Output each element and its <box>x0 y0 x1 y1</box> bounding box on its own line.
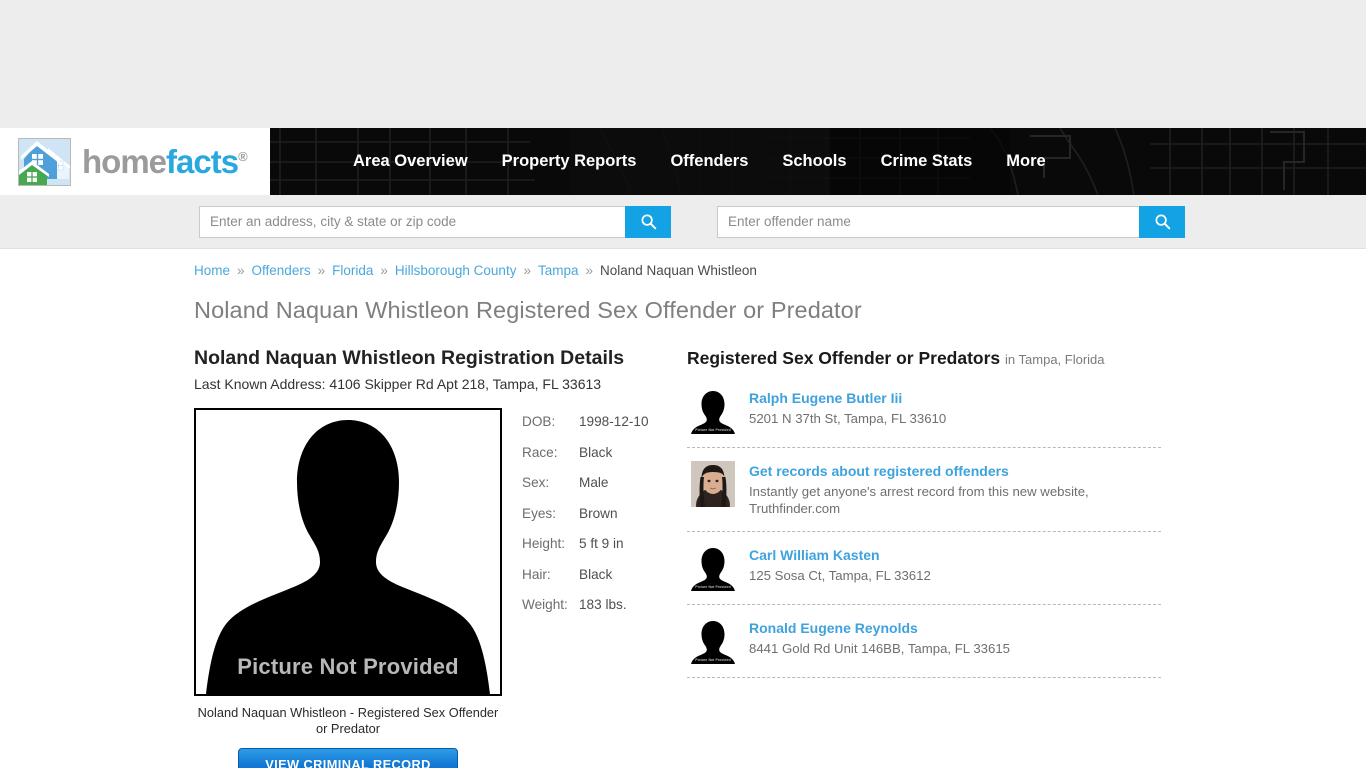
sidebar-heading-location: in Tampa, Florida <box>1005 352 1105 367</box>
fact-value: 183 lbs. <box>579 597 627 612</box>
offender-name-link[interactable]: Ronald Eugene Reynolds <box>749 620 1010 637</box>
fact-value: Black <box>579 566 613 582</box>
fact-row-race: Race: Black <box>522 445 649 460</box>
nav-item-property-reports[interactable]: Property Reports <box>485 152 654 171</box>
fact-label: Eyes: <box>522 505 556 521</box>
thumb-placeholder-text: Picture Not Provided <box>695 428 731 432</box>
breadcrumb-separator: » <box>585 263 594 278</box>
list-item[interactable]: Picture Not Provided Ronald Eugene Reyno… <box>687 605 1161 679</box>
breadcrumb: Home » Offenders » Florida » Hillsborough Coun… <box>194 249 1173 278</box>
thumb-placeholder-text: Picture Not Provided <box>695 585 731 590</box>
list-item[interactable]: Picture Not Provided Carl William Kasten… <box>687 532 1161 606</box>
logo-text-home: home <box>82 143 167 180</box>
sidebar-heading: Registered Sex Offender or Predators in … <box>687 347 1173 369</box>
offender-name-link[interactable]: Carl William Kasten <box>749 547 931 564</box>
breadcrumb-item-offenders[interactable]: Offenders <box>252 263 311 278</box>
nearby-offenders-column: Registered Sex Offender or Predators in … <box>686 347 1173 768</box>
fact-label: Hair: <box>522 566 551 582</box>
house-logo-icon <box>18 137 71 186</box>
photo-caption: Noland Naquan Whistleon - Registered Sex… <box>197 705 499 736</box>
offender-address: 8441 Gold Rd Unit 146BB, Tampa, FL 33615 <box>749 640 1010 656</box>
offender-facts-table: DOB: 1998-12-10 Race: Black Sex: Male Ey… <box>522 408 649 768</box>
offender-search-group <box>717 205 1185 238</box>
person-silhouette-icon: Picture Not Provided <box>691 388 735 434</box>
sidebar-heading-main: Registered Sex Offender or Predators <box>687 348 1001 368</box>
fact-label: Height: <box>522 536 566 551</box>
fact-value: 5 ft 9 in <box>579 536 624 551</box>
search-bar-strip <box>0 195 1366 249</box>
nav-item-more[interactable]: More <box>989 152 1062 171</box>
address-search-group <box>199 205 671 238</box>
fact-label: Weight: <box>522 597 568 612</box>
photo-placeholder-text: Picture Not Provided <box>237 654 459 679</box>
main-navigation: Area Overview Property Reports Offenders… <box>270 128 1366 195</box>
view-criminal-record-button[interactable]: VIEW CRIMINAL RECORD <box>238 747 458 768</box>
logo-wordmark: homefacts® <box>82 143 248 180</box>
fact-row-height: Height: 5 ft 9 in <box>522 536 649 551</box>
site-header: homefacts® Area Overview Property Report… <box>0 128 1366 195</box>
sponsored-offer-description: Instantly get anyone's arrest record fro… <box>749 483 1089 517</box>
search-icon <box>641 214 656 230</box>
offender-address: 5201 N 37th St, Tampa, FL 33610 <box>749 410 947 426</box>
fact-row-dob: DOB: 1998-12-10 <box>522 414 649 429</box>
breadcrumb-item-current: Noland Naquan Whistleon <box>600 263 757 278</box>
offender-name-link[interactable]: Ralph Eugene Butler Iii <box>749 390 946 407</box>
fact-value: Male <box>579 475 609 490</box>
breadcrumb-separator: » <box>317 263 326 278</box>
address-search-input[interactable] <box>199 205 625 238</box>
breadcrumb-item-florida[interactable]: Florida <box>332 263 373 278</box>
content-columns: Noland Naquan Whistleon Registration Det… <box>194 347 1173 768</box>
fact-row-eyes: Eyes: Brown <box>522 506 649 521</box>
nav-item-crime-stats[interactable]: Crime Stats <box>864 152 990 171</box>
page-title: Noland Naquan Whistleon Registered Sex O… <box>194 297 862 323</box>
offender-search-input[interactable] <box>717 205 1139 238</box>
fact-value: 1998-12-10 <box>579 414 649 429</box>
breadcrumb-item-hillsborough-county[interactable]: Hillsborough County <box>395 263 517 278</box>
logo-text-facts: facts <box>166 143 239 180</box>
fact-row-weight: Weight: 183 lbs. <box>522 597 649 612</box>
search-icon <box>1155 214 1170 230</box>
person-photo-thumb <box>691 461 735 507</box>
person-silhouette-icon: Picture Not Provided <box>691 618 735 665</box>
fact-value: Black <box>579 444 613 460</box>
person-silhouette-icon <box>196 410 500 694</box>
page-body: Home » Offenders » Florida » Hillsborough Coun… <box>0 249 1366 768</box>
person-silhouette-icon: Picture Not Provided <box>691 545 735 592</box>
fact-row-sex: Sex: Male <box>522 475 649 490</box>
breadcrumb-separator: » <box>237 263 245 278</box>
thumb-placeholder-text: Picture Not Provided <box>695 658 731 663</box>
offender-photo-placeholder: Picture Not Provided <box>194 408 502 696</box>
nav-item-schools[interactable]: Schools <box>765 152 863 171</box>
top-ad-banner <box>0 0 1366 128</box>
breadcrumb-item-tampa[interactable]: Tampa <box>538 263 579 278</box>
fact-row-hair: Hair: Black <box>522 567 649 582</box>
offender-detail-column: Noland Naquan Whistleon Registration Det… <box>194 347 686 768</box>
logo-area[interactable]: homefacts® <box>0 128 270 195</box>
list-item[interactable]: Picture Not Provided Ralph Eugene Butler… <box>687 383 1161 448</box>
breadcrumb-separator: » <box>523 263 531 278</box>
fact-label: Sex: <box>522 475 550 490</box>
logo-trademark: ® <box>238 149 248 164</box>
nav-item-offenders[interactable]: Offenders <box>653 152 765 171</box>
offender-address: 125 Sosa Ct, Tampa, FL 33612 <box>749 567 931 583</box>
fact-value: Brown <box>579 505 618 521</box>
last-known-address: Last Known Address: 4106 Skipper Rd Apt … <box>194 376 602 392</box>
offender-search-button[interactable] <box>1139 205 1185 238</box>
nav-item-area-overview[interactable]: Area Overview <box>336 152 485 171</box>
fact-label: Race: <box>522 444 558 460</box>
list-item[interactable]: Get records about registered offenders I… <box>687 448 1161 533</box>
breadcrumb-separator: » <box>380 263 388 278</box>
address-search-button[interactable] <box>625 205 671 238</box>
registration-details-heading: Noland Naquan Whistleon Registration Det… <box>194 347 625 369</box>
mugshot-photo-icon <box>691 461 735 507</box>
nearby-offenders-list: Picture Not Provided Ralph Eugene Butler… <box>687 383 1161 679</box>
fact-label: DOB: <box>522 414 556 429</box>
sponsored-offer-link[interactable]: Get records about registered offenders <box>749 463 1149 480</box>
breadcrumb-item-home[interactable]: Home <box>194 263 230 278</box>
